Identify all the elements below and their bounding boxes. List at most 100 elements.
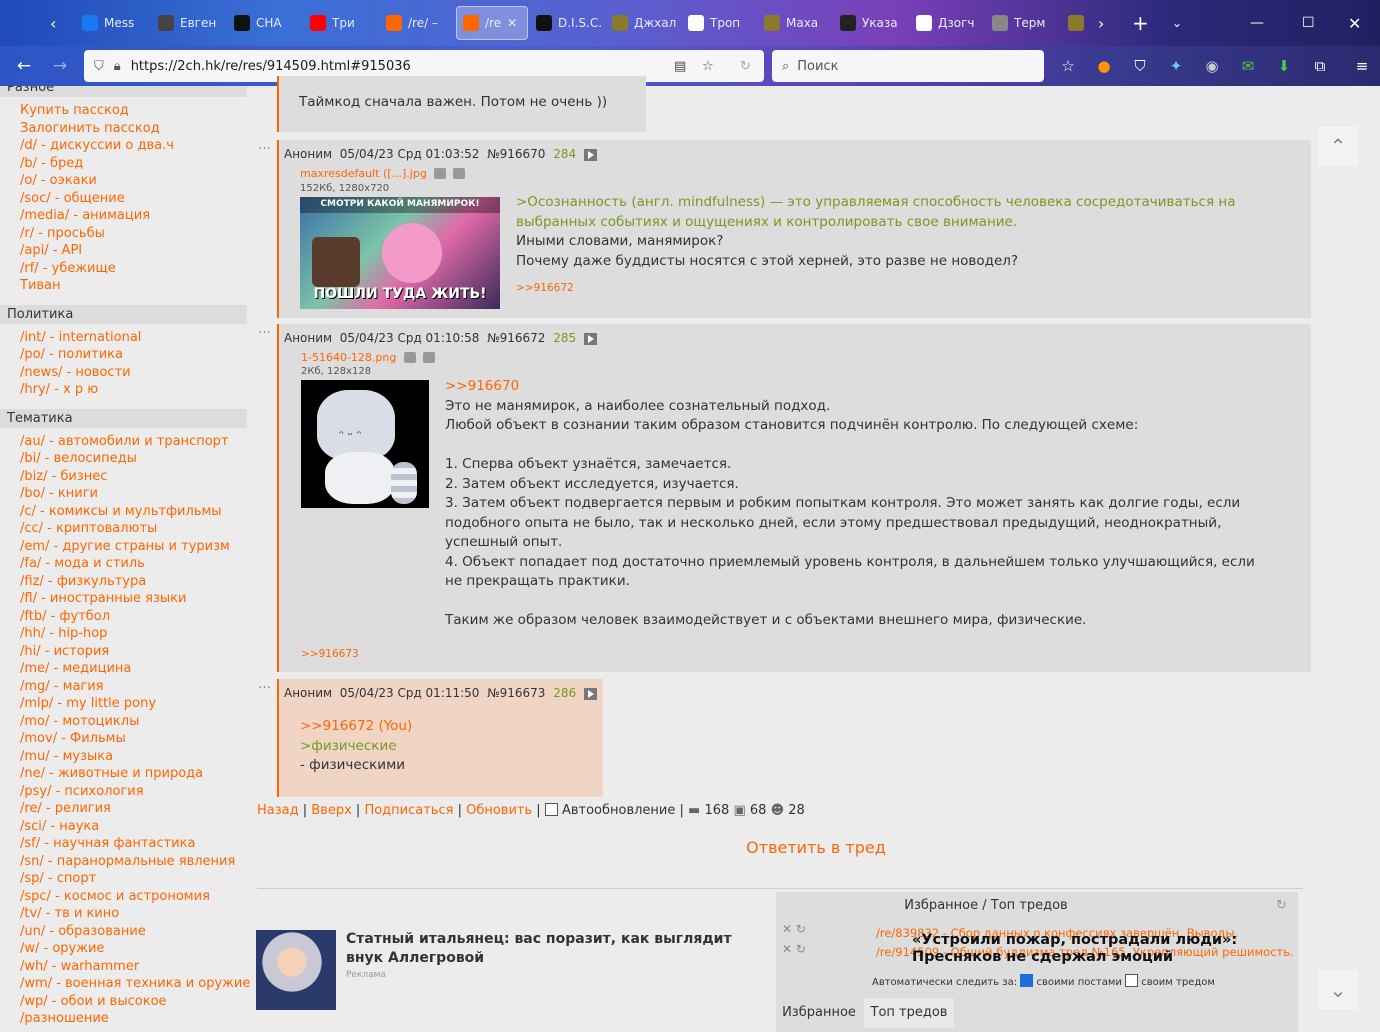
browser-tab[interactable]: Троп <box>682 6 756 40</box>
ad-title[interactable]: Статный итальянец: вас поразит, как выгл… <box>346 930 756 968</box>
remove-favorite-icon[interactable]: ✕ ↻ <box>782 922 806 936</box>
sidebar-board-link[interactable]: /d/ - дискуссии о два.ч <box>0 137 252 155</box>
backlink[interactable]: >>916673 <box>301 648 359 660</box>
sidebar-board-link[interactable]: /psy/ - психология <box>0 783 252 801</box>
sidebar-board-link[interactable]: /me/ - медицина <box>0 660 252 678</box>
extension-globe-icon[interactable]: ◉ <box>1198 57 1226 75</box>
browser-tab[interactable]: /re/ – <box>380 6 454 40</box>
subscribe-link[interactable]: Подписаться <box>364 803 453 818</box>
back-arrow-icon[interactable]: ← <box>6 56 42 76</box>
sidebar-board-link[interactable]: /ftb/ - футбол <box>0 608 252 626</box>
sidebar-board-link[interactable]: /bo/ - книги <box>0 485 252 503</box>
bookmarks-icon[interactable]: ☆ <box>1054 57 1082 75</box>
image-search-icon[interactable] <box>433 168 446 179</box>
search-box[interactable]: ⌕ Поиск <box>772 50 1044 82</box>
download-file-icon[interactable] <box>453 168 466 179</box>
watch-own-posts-checkbox[interactable] <box>1020 974 1034 987</box>
sidebar-board-link[interactable]: /soc/ - общение <box>0 190 252 208</box>
sidebar-board-link[interactable]: /sci/ - наука <box>0 818 252 836</box>
menu-icon[interactable]: ≡ <box>1348 57 1376 75</box>
sidebar-board-link[interactable]: /cc/ - криптовалюты <box>0 520 252 538</box>
download-icon[interactable]: ⬇ <box>1270 57 1298 75</box>
reply-to-thread-button[interactable]: Ответить в тред <box>252 838 1380 857</box>
sidebar-board-link[interactable]: /fl/ - иностранные языки <box>0 590 252 608</box>
post-id[interactable]: №916670 <box>487 147 545 161</box>
sidebar-board-link[interactable]: /news/ - новости <box>0 364 252 382</box>
sidebar-board-link[interactable]: /o/ - оэкаки <box>0 172 252 190</box>
sidebar-section-title[interactable]: Политика <box>0 304 247 324</box>
browser-tab[interactable]: Джхал <box>606 6 680 40</box>
sidebar-board-link[interactable]: /un/ - образование <box>0 923 252 941</box>
extension-bird-icon[interactable]: ✦ <box>1162 57 1190 75</box>
refresh-link[interactable]: Обновить <box>466 803 532 818</box>
sidebar-board-link[interactable]: /разношение <box>0 1010 252 1028</box>
sidebar-board-link[interactable]: /mo/ - мотоциклы <box>0 713 252 731</box>
sidebar-board-link[interactable]: /rf/ - убежище <box>0 260 252 278</box>
autorefresh-checkbox[interactable] <box>544 803 558 816</box>
watch-own-thread-checkbox[interactable] <box>1125 974 1139 987</box>
bookmark-star-icon[interactable]: ☆ <box>702 59 714 74</box>
post-menu-arrow-icon[interactable] <box>583 332 597 345</box>
browser-tab[interactable]: D.I.S.C. воспр <box>530 6 604 40</box>
sidebar-board-link[interactable]: /w/ - оружие <box>0 940 252 958</box>
post-image-thumbnail[interactable]: СМОТРИ КАКОЙ МАНЯМИРОК! ПОШЛИ ТУДА ЖИТЬ! <box>300 197 500 309</box>
sidebar-board-link[interactable]: /sf/ - научная фантастика <box>0 835 252 853</box>
sidebar-board-link[interactable]: /fiz/ - физкультура <box>0 573 252 591</box>
post-menu-icon[interactable]: … <box>258 322 272 337</box>
sidebar-board-link[interactable]: /c/ - комиксы и мультфильмы <box>0 503 252 521</box>
post-image-thumbnail[interactable]: ᵔ ᵕ ᵔ <box>301 380 429 508</box>
post-id[interactable]: №916673 <box>487 686 545 700</box>
sidebar-board-link[interactable]: /wp/ - обои и высокое <box>0 993 252 1011</box>
browser-tab[interactable]: Три <box>304 6 378 40</box>
reply-link[interactable]: >>916672 (You) <box>300 717 412 737</box>
sidebar-board-link[interactable]: /hh/ - hip-hop <box>0 625 252 643</box>
sidebar-board-link[interactable]: /spc/ - космос и астрономия <box>0 888 252 906</box>
new-tab-icon[interactable]: + <box>1132 0 1149 46</box>
tab-favorites[interactable]: Избранное <box>776 998 862 1028</box>
sidebar-section-title[interactable]: Разное <box>0 86 247 97</box>
sidebar-board-link[interactable]: /hry/ - х р ю <box>0 381 252 399</box>
pocket-icon[interactable]: ⛉ <box>1126 57 1154 75</box>
news-overlay-headline[interactable]: «Устроили пожар, пострадали люди»: Пресн… <box>912 932 1312 966</box>
maximize-icon[interactable]: ☐ <box>1302 0 1315 46</box>
forward-arrow-icon[interactable]: → <box>42 56 78 76</box>
refresh-favorites-icon[interactable]: ↻ <box>1276 898 1287 913</box>
browser-tab[interactable]: /re ✕ <box>456 6 528 40</box>
sidebar-board-link[interactable]: /int/ - international <box>0 329 252 347</box>
image-search-icon[interactable] <box>403 352 416 363</box>
sidebar-board-link[interactable]: /po/ - политика <box>0 346 252 364</box>
tab-top-threads[interactable]: Топ тредов <box>864 998 954 1028</box>
sidebar-board-link[interactable]: /bi/ - велосипеды <box>0 450 252 468</box>
sidebar-board-link[interactable]: /biz/ - бизнес <box>0 468 252 486</box>
remove-favorite-icon[interactable]: ✕ ↻ <box>782 942 806 956</box>
post-menu-arrow-icon[interactable] <box>583 687 597 700</box>
browser-tab[interactable]: Евген <box>152 6 226 40</box>
url-text[interactable]: https://2ch.hk/re/res/914509.html#915036 <box>131 59 411 74</box>
post-menu-icon[interactable]: … <box>258 138 272 153</box>
backlink[interactable]: >>916672 <box>516 279 1306 299</box>
sidebar-board-link[interactable]: /wm/ - военная техника и оружие <box>0 975 252 993</box>
sidebar-board-link[interactable]: /au/ - автомобили и транспорт <box>0 433 252 451</box>
sidebar-board-link[interactable]: Купить пасскод <box>0 102 252 120</box>
sidebar-board-link[interactable]: /tv/ - тв и кино <box>0 905 252 923</box>
file-name[interactable]: maxresdefault ([...].jpg <box>300 167 427 180</box>
sidebar-board-link[interactable]: Тиван <box>0 277 252 295</box>
reload-icon[interactable]: ↻ <box>740 59 751 74</box>
download-file-icon[interactable] <box>422 352 435 363</box>
sidebar-board-link[interactable]: /mlp/ - my little pony <box>0 695 252 713</box>
sidebar-board-link[interactable]: /api/ - API <box>0 242 252 260</box>
extension-mail-icon[interactable]: ✉ <box>1234 57 1262 75</box>
tab-scroll-left-icon[interactable]: ‹ <box>50 0 70 46</box>
sidebar-board-link[interactable]: /re/ - религия <box>0 800 252 818</box>
firefox-icon[interactable]: ● <box>1090 57 1118 75</box>
scroll-up-icon[interactable]: ⌃ <box>1318 126 1358 166</box>
shield-icon[interactable]: ⛉ <box>94 59 104 74</box>
sidebar-board-link[interactable]: /sp/ - спорт <box>0 870 252 888</box>
sidebar-board-link[interactable]: /b/ - бред <box>0 155 252 173</box>
browser-tab[interactable]: Терм <box>986 6 1060 40</box>
sidebar-board-link[interactable]: /media/ - анимация <box>0 207 252 225</box>
sidebar-section-title[interactable]: Тематика <box>0 408 247 428</box>
back-link[interactable]: Назад <box>257 803 299 818</box>
reader-view-icon[interactable]: ▤ <box>674 59 686 74</box>
sidebar-board-link[interactable]: /mov/ - Фильмы <box>0 730 252 748</box>
